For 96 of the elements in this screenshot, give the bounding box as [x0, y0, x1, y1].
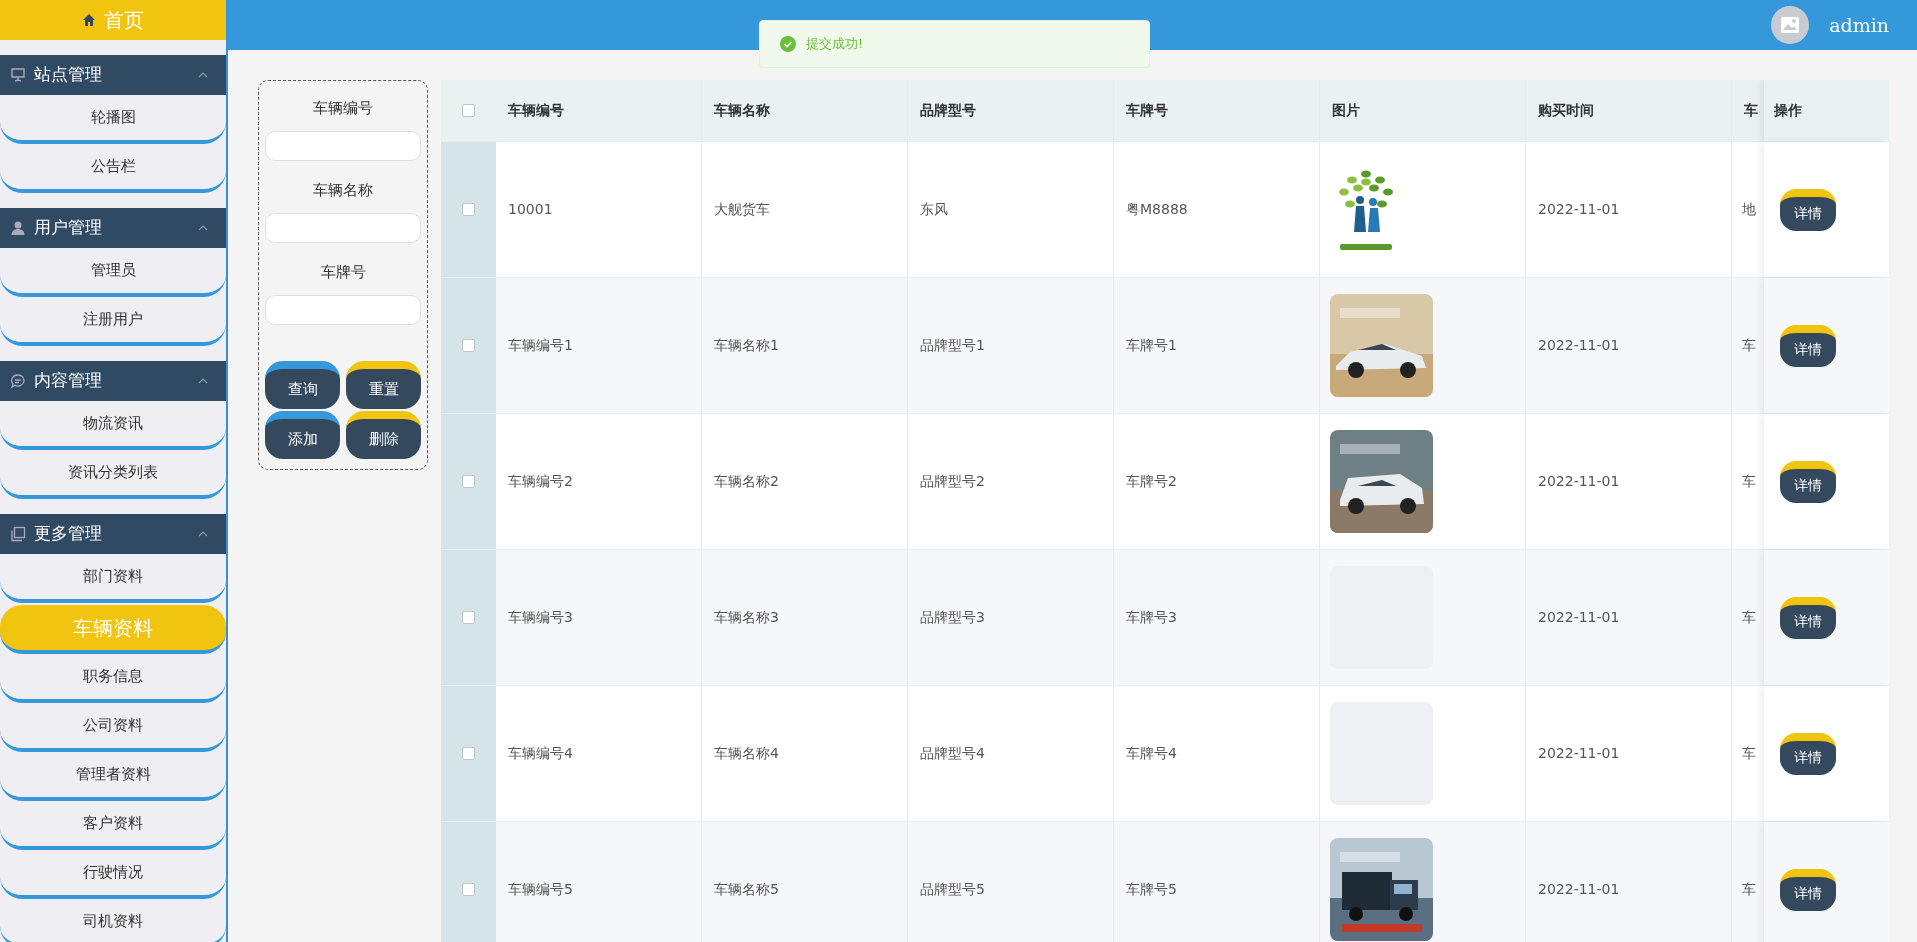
table-cell: 2022-11-01	[1526, 550, 1732, 685]
checkbox[interactable]	[462, 883, 475, 896]
table-cell: 品牌型号4	[908, 686, 1114, 821]
column-header: 品牌型号	[908, 80, 1114, 141]
table-cell: 车牌号5	[1114, 822, 1320, 942]
checkbox[interactable]	[462, 203, 475, 216]
easel-icon	[10, 67, 26, 83]
menu-item[interactable]: 管理员	[0, 248, 226, 297]
table-cell: 车牌号1	[1114, 278, 1320, 413]
details-button[interactable]: 详情	[1780, 868, 1836, 911]
copy-icon	[10, 526, 26, 542]
table-cell: 车辆名称2	[702, 414, 908, 549]
field-label: 车辆名称	[313, 180, 373, 201]
column-header: 车辆名称	[702, 80, 908, 141]
table-cell: 10001	[496, 142, 702, 277]
menu-item[interactable]: 行驶情况	[0, 850, 226, 899]
table-cell: 2022-11-01	[1526, 278, 1732, 413]
table-cell-text: 车	[1741, 472, 1757, 491]
table-cell-text: 车	[1741, 608, 1757, 627]
details-button[interactable]: 详情	[1780, 460, 1836, 503]
input-field[interactable]	[265, 213, 421, 243]
action-button[interactable]: 重置	[346, 361, 421, 409]
column-header: 车	[1732, 80, 1764, 141]
table-cell: 车辆编号3	[496, 550, 702, 685]
table-cell-text: 车	[1741, 336, 1757, 355]
table-cell: 车牌号4	[1114, 686, 1320, 821]
table-cell: 品牌型号5	[908, 822, 1114, 942]
action-button[interactable]: 添加	[265, 411, 340, 459]
menu-item[interactable]: 资讯分类列表	[0, 450, 226, 499]
details-button[interactable]: 详情	[1780, 732, 1836, 775]
caret-icon	[198, 225, 208, 231]
table-cell: 品牌型号2	[908, 414, 1114, 549]
table-cell: 车辆名称5	[702, 822, 908, 942]
table-cell: 品牌型号1	[908, 278, 1114, 413]
table-cell: 车牌号3	[1114, 550, 1320, 685]
table-cell: 品牌型号3	[908, 550, 1114, 685]
caret-icon	[198, 72, 208, 78]
table-cell: 车辆编号5	[496, 822, 702, 942]
checkbox[interactable]	[462, 611, 475, 624]
table-cell: 2022-11-01	[1526, 686, 1732, 821]
menu-item[interactable]: 客户资料	[0, 801, 226, 850]
table-cell: 粤M8888	[1114, 142, 1320, 277]
menu-item[interactable]: 注册用户	[0, 297, 226, 346]
table-cell: 车辆编号4	[496, 686, 702, 821]
checkbox[interactable]	[462, 339, 475, 352]
home-icon	[82, 13, 96, 27]
details-button[interactable]: 详情	[1780, 188, 1836, 231]
column-header: 车辆编号	[496, 80, 702, 141]
table-cell: 2022-11-01	[1526, 414, 1732, 549]
menu-item[interactable]: 轮播图	[0, 95, 226, 144]
table-cell: 车辆编号1	[496, 278, 702, 413]
menu-item[interactable]: 公司资料	[0, 703, 226, 752]
checkbox[interactable]	[462, 747, 475, 760]
menu-item[interactable]: 职务信息	[0, 654, 226, 703]
menu-item[interactable]: 物流资讯	[0, 401, 226, 450]
checkbox[interactable]	[462, 104, 475, 117]
column-header: 购买时间	[1526, 80, 1732, 141]
menu-group-header[interactable]: 用户管理	[0, 208, 226, 248]
menu-group-header[interactable]: 站点管理	[0, 55, 226, 95]
menu-item[interactable]: 司机资料	[0, 899, 226, 942]
menu-item[interactable]: 公告栏	[0, 144, 226, 193]
table-cell-text: 地	[1741, 200, 1757, 219]
caret-icon	[198, 531, 208, 537]
table-cell: 车辆编号2	[496, 414, 702, 549]
column-header: 图片	[1320, 80, 1526, 141]
caret-icon	[198, 378, 208, 384]
checkbox[interactable]	[462, 475, 475, 488]
image-icon	[1780, 16, 1801, 34]
table-cell: 车辆名称1	[702, 278, 908, 413]
table-cell: 大舰货车	[702, 142, 908, 277]
field-label: 车牌号	[320, 262, 366, 283]
details-button[interactable]: 详情	[1780, 324, 1836, 367]
chat-icon	[10, 373, 26, 389]
input-field[interactable]	[265, 295, 421, 325]
table-cell: 2022-11-01	[1526, 142, 1732, 277]
table-cell: 车辆名称3	[702, 550, 908, 685]
action-button[interactable]: 查询	[265, 361, 340, 409]
action-button[interactable]: 删除	[346, 411, 421, 459]
avatar[interactable]	[1771, 6, 1810, 44]
table-cell: 2022-11-01	[1526, 822, 1732, 942]
menu-item[interactable]: 管理者资料	[0, 752, 226, 801]
column-header: 车牌号	[1114, 80, 1320, 141]
details-button[interactable]: 详情	[1780, 596, 1836, 639]
column-header: 操作	[1764, 80, 1886, 141]
input-field[interactable]	[265, 131, 421, 161]
table-cell-text: 车	[1741, 880, 1757, 899]
toast-message: 提交成功!	[806, 35, 864, 54]
user-icon	[10, 220, 26, 236]
table-cell: 东风	[908, 142, 1114, 277]
table-cell: 车牌号2	[1114, 414, 1320, 549]
table-cell: 车辆名称4	[702, 686, 908, 821]
check-icon	[780, 36, 796, 52]
field-label: 车辆编号	[313, 98, 373, 119]
table-cell-text: 车	[1741, 744, 1757, 763]
menu-group-header[interactable]: 更多管理	[0, 514, 226, 554]
menu-group-header[interactable]: 内容管理	[0, 361, 226, 401]
